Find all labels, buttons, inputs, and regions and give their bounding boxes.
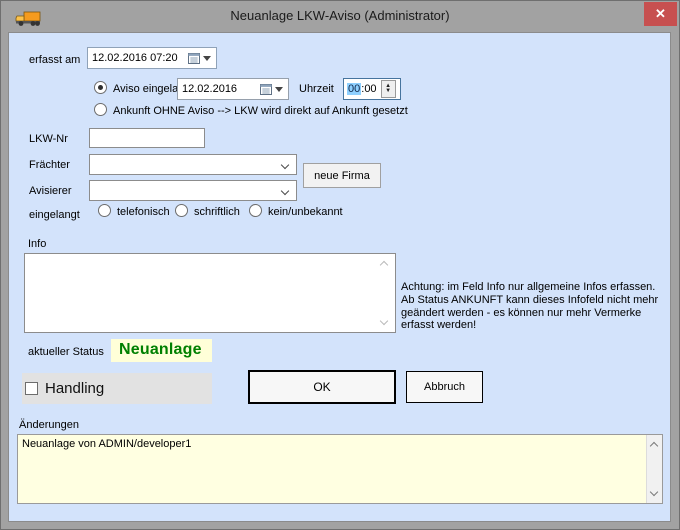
uhrzeit-timepicker[interactable]: 00:00 ▲▼ bbox=[343, 78, 401, 100]
scroll-up-icon[interactable] bbox=[650, 442, 658, 450]
warning-line: Ab Status ANKUNFT kann dieses Infofeld n… bbox=[401, 294, 663, 307]
aenderungen-textarea[interactable]: Neuanlage von ADMIN/developer1 bbox=[17, 434, 663, 504]
eingelangt-label: eingelangt bbox=[29, 209, 80, 222]
aviso-datepicker[interactable]: 12.02.2016 bbox=[177, 78, 289, 100]
time-minutes-value[interactable]: 00 bbox=[364, 83, 376, 95]
time-hours-value[interactable]: 00 bbox=[347, 83, 361, 95]
erfasst-am-value: 12.02.2016 07:20 bbox=[88, 52, 188, 64]
scroll-down-icon[interactable] bbox=[650, 488, 658, 496]
status-badge: Neuanlage bbox=[111, 339, 212, 362]
scroll-down-icon[interactable] bbox=[380, 317, 388, 325]
eingelangt-telefonisch-radio[interactable] bbox=[98, 204, 111, 217]
aviso-eingelangt-radio[interactable] bbox=[94, 81, 107, 94]
eingelangt-schriftlich-label: schriftlich bbox=[194, 206, 240, 219]
abbruch-label: Abbruch bbox=[424, 381, 465, 393]
lkw-nr-label: LKW-Nr bbox=[29, 133, 68, 146]
erfasst-am-datetimepicker[interactable]: 12.02.2016 07:20 bbox=[87, 47, 217, 69]
ok-label: OK bbox=[313, 380, 330, 394]
aviso-date-value: 12.02.2016 bbox=[178, 83, 260, 95]
fraechter-combobox[interactable] bbox=[89, 154, 297, 175]
aktueller-status-label: aktueller Status bbox=[28, 346, 104, 359]
window-title: Neuanlage LKW-Aviso (Administrator) bbox=[0, 8, 680, 23]
neue-firma-label: neue Firma bbox=[314, 170, 370, 182]
dropdown-arrow-icon bbox=[203, 56, 211, 61]
eingelangt-telefonisch-label: telefonisch bbox=[117, 206, 170, 219]
spinner-down-icon: ▼ bbox=[385, 89, 391, 94]
aenderungen-value: Neuanlage von ADMIN/developer1 bbox=[22, 438, 191, 451]
close-button[interactable]: ✕ bbox=[644, 2, 677, 26]
lkw-nr-input[interactable] bbox=[89, 128, 205, 148]
eingelangt-kein-unbekannt-radio[interactable] bbox=[249, 204, 262, 217]
warning-line: geändert werden - es können nur mehr Ver… bbox=[401, 307, 663, 320]
warning-line: erfasst werden! bbox=[401, 319, 663, 332]
dropdown-arrow-icon bbox=[275, 87, 283, 92]
eingelangt-kein-unbekannt-label: kein/unbekannt bbox=[268, 206, 343, 219]
neue-firma-button[interactable]: neue Firma bbox=[303, 163, 381, 188]
handling-label: Handling bbox=[45, 380, 104, 397]
ok-button[interactable]: OK bbox=[248, 370, 396, 404]
avisierer-combobox[interactable] bbox=[89, 180, 297, 201]
fraechter-label: Frächter bbox=[29, 159, 70, 172]
ankunft-ohne-aviso-radio[interactable] bbox=[94, 103, 107, 116]
close-icon: ✕ bbox=[655, 6, 666, 22]
scroll-up-icon[interactable] bbox=[380, 261, 388, 269]
handling-checkbox[interactable] bbox=[25, 382, 38, 395]
info-warning-text: Achtung: im Feld Info nur allgemeine Inf… bbox=[401, 281, 663, 332]
ankunft-ohne-aviso-label: Ankunft OHNE Aviso --> LKW wird direkt a… bbox=[113, 105, 408, 118]
combo-chevron-down-icon bbox=[281, 161, 289, 169]
title-bar[interactable]: Neuanlage LKW-Aviso (Administrator) ✕ bbox=[0, 0, 680, 32]
info-label: Info bbox=[28, 238, 46, 251]
aenderungen-label: Änderungen bbox=[19, 419, 79, 432]
calendar-icon bbox=[260, 84, 272, 95]
erfasst-am-label: erfasst am bbox=[29, 54, 80, 67]
uhrzeit-label: Uhrzeit bbox=[299, 83, 334, 96]
calendar-icon bbox=[188, 53, 200, 64]
time-spinner[interactable]: ▲▼ bbox=[381, 80, 396, 98]
scrollbar[interactable] bbox=[646, 435, 662, 503]
dialog-body: erfasst am 12.02.2016 07:20 Aviso eingel… bbox=[8, 32, 671, 522]
handling-panel: Handling bbox=[22, 373, 212, 404]
combo-chevron-down-icon bbox=[281, 187, 289, 195]
warning-line: Achtung: im Feld Info nur allgemeine Inf… bbox=[401, 281, 663, 294]
avisierer-label: Avisierer bbox=[29, 185, 72, 198]
eingelangt-schriftlich-radio[interactable] bbox=[175, 204, 188, 217]
dialog-window: Neuanlage LKW-Aviso (Administrator) ✕ er… bbox=[0, 0, 680, 530]
abbruch-button[interactable]: Abbruch bbox=[406, 371, 483, 403]
info-textarea[interactable] bbox=[24, 253, 396, 333]
